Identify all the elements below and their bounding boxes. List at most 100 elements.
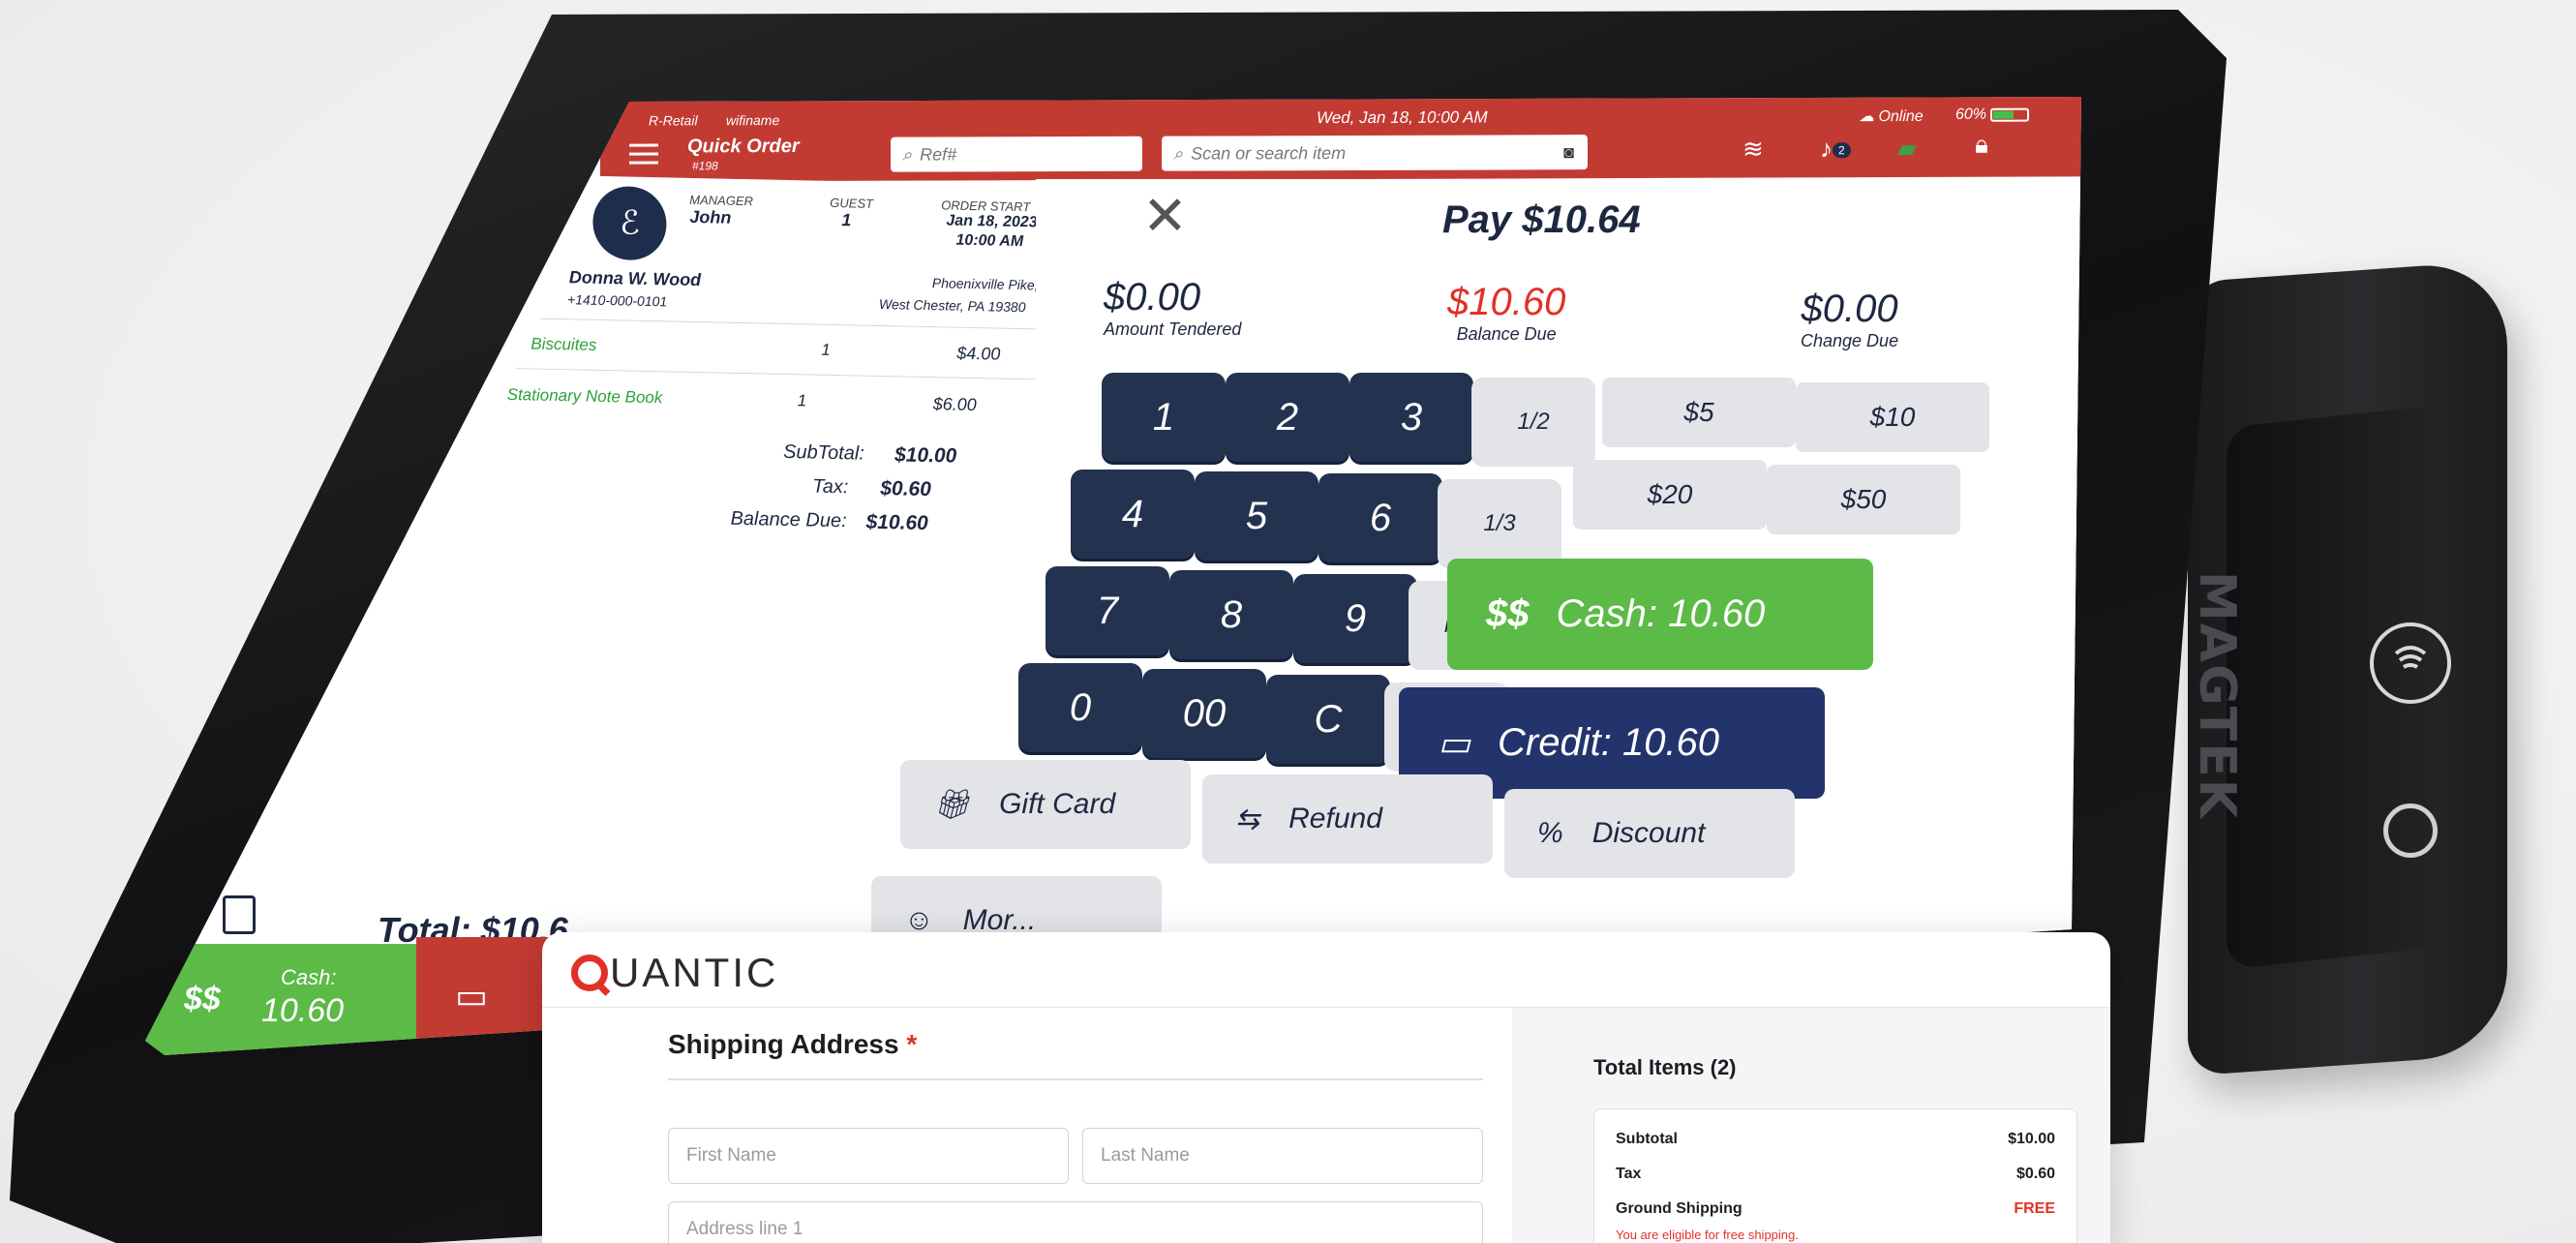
manager-label: MANAGER (689, 192, 754, 209)
keypad-key-3[interactable]: 3 (1349, 373, 1473, 462)
subtotal-label: SubTotal: (782, 440, 864, 465)
network-name: wifiname (726, 112, 780, 129)
first-name-field[interactable]: First Name (668, 1128, 1069, 1184)
summary-tax-row: Tax $0.60 (1616, 1166, 2055, 1183)
checkout-header: UANTIC (542, 932, 2110, 1008)
quick-amount-50[interactable]: $50 (1767, 465, 1960, 534)
layers-icon[interactable]: ≋ (1743, 135, 1764, 165)
divider (668, 1078, 1483, 1080)
address-line-2: West Chester, PA 19380 (878, 295, 1026, 316)
summary-subtotal-value: $10.00 (2008, 1131, 2055, 1147)
keypad-key-2[interactable]: 2 (1226, 373, 1349, 462)
notification-badge: 2 (1833, 142, 1851, 159)
line-item-name[interactable]: Stationary Note Book (507, 385, 663, 408)
quantic-logo: UANTIC (571, 950, 778, 996)
cash-icon: $$ (1486, 592, 1530, 635)
order-number: #198 (692, 159, 718, 173)
keypad-key-6[interactable]: 6 (1318, 473, 1442, 562)
discount-label: Discount (1591, 817, 1706, 849)
avatar: ℰ (592, 185, 667, 261)
ref-placeholder: Ref# (920, 143, 957, 165)
refund-icon: ⇆ (1235, 803, 1260, 835)
address-line-1: Phoenixville Pike, (931, 275, 1039, 293)
quick-amount-10[interactable]: $10 (1796, 382, 1989, 452)
cash-icon: $$ (184, 981, 221, 1017)
gift-card-label: Gift Card (999, 788, 1116, 820)
bell-icon[interactable]: ♪ 2 (1820, 134, 1851, 164)
amount-tendered-value: $0.00 (1104, 276, 1201, 318)
address-placeholder: Address line 1 (686, 1219, 803, 1239)
quick-amount-20[interactable]: $20 (1573, 460, 1767, 530)
cash-drawer-icon[interactable]: ▰ (1897, 134, 1917, 164)
keypad-key-4[interactable]: 4 (1071, 470, 1195, 559)
balance-due: $10.60 Balance Due (1447, 281, 1565, 345)
keypad-key-9[interactable]: 9 (1293, 574, 1417, 663)
tax-label: Tax: (812, 475, 849, 499)
change-due-label: Change Due (1801, 331, 1899, 350)
item-search-input[interactable]: ⌕ Scan or search item ◙ (1162, 135, 1588, 171)
divider (516, 368, 1054, 380)
keypad-key-00[interactable]: 00 (1142, 669, 1266, 758)
battery-status: 60% (1955, 106, 2030, 124)
page-title: Quick Order (687, 136, 800, 158)
subtotal-value: $10.00 (894, 443, 957, 468)
keypad-key-1[interactable]: 1 (1102, 373, 1226, 462)
discount-button[interactable]: % Discount (1504, 789, 1795, 878)
credit-card-icon: ▭ (1438, 722, 1471, 763)
last-name-field[interactable]: Last Name (1082, 1128, 1483, 1184)
guest-count: 1 (841, 210, 852, 230)
credit-card-icon: ▭ (455, 976, 489, 1016)
item-search-placeholder: Scan or search item (1191, 142, 1347, 164)
change-due: $0.00 Change Due (1801, 288, 1898, 351)
tax-value: $0.60 (880, 477, 931, 501)
online-status-text: Online (1878, 107, 1924, 126)
fraction-third-button[interactable]: 1/3 (1438, 479, 1561, 568)
keypad-key-7[interactable]: 7 (1046, 566, 1169, 655)
line-item-name[interactable]: Biscuites (530, 334, 596, 354)
keypad-key-clear[interactable]: C (1266, 675, 1390, 764)
keypad-key-8[interactable]: 8 (1169, 570, 1293, 659)
keypad-key-5[interactable]: 5 (1195, 471, 1318, 561)
manager-name: John (689, 206, 732, 227)
shipping-title-text: Shipping Address (668, 1029, 899, 1059)
close-icon[interactable]: ✕ (1142, 184, 1188, 248)
cash-quick-value: 10.60 (261, 992, 345, 1029)
gift-card-button[interactable]: 🎁︎ Gift Card (900, 760, 1191, 849)
fraction-half-button[interactable]: 1/2 (1471, 378, 1595, 467)
amount-tendered-label: Amount Tendered (1104, 319, 1242, 339)
guest-label: GUEST (830, 195, 874, 211)
quick-amount-5[interactable]: $5 (1602, 378, 1796, 447)
balance-due-amount: $10.60 (1447, 281, 1566, 323)
pay-title: Pay $10.64 (1442, 198, 1641, 241)
logo-text: UANTIC (610, 950, 779, 995)
store-name: R-Retail (649, 112, 698, 129)
search-icon: ⌕ (902, 144, 913, 165)
notes-icon[interactable] (223, 895, 256, 934)
summary-subtotal-row: Subtotal $10.00 (1616, 1131, 2055, 1148)
balance-due-value: $10.60 (865, 510, 928, 535)
last-name-placeholder: Last Name (1101, 1145, 1190, 1166)
line-item-qty: 1 (821, 340, 831, 359)
refund-button[interactable]: ⇆ Refund (1202, 774, 1493, 864)
pos-topbar: R-Retail wifiname Quick Order #198 ⌕ Ref… (600, 97, 2081, 182)
change-due-value: $0.00 (1801, 288, 1898, 330)
cash-quick-label: Cash: (281, 965, 337, 989)
keypad-key-0[interactable]: 0 (1018, 663, 1142, 752)
customer-name[interactable]: Donna W. Wood (569, 267, 701, 290)
address-line-1-field[interactable]: Address line 1 (668, 1201, 1483, 1243)
cash-pay-button[interactable]: $$ Cash: 10.60 (1447, 559, 1873, 670)
summary-subtotal-label: Subtotal (1616, 1131, 1678, 1147)
scene: MAGTEK R-Retail wifiname Quick Order #19… (0, 0, 2576, 1243)
lock-icon[interactable]: 🔒︎ (1975, 130, 1988, 161)
summary-shipping-row: Ground Shipping FREE (1616, 1200, 2055, 1218)
balance-due-caption: Balance Due (1456, 324, 1557, 344)
refund-label: Refund (1288, 803, 1382, 834)
credit-pay-label: Credit: 10.60 (1498, 721, 1720, 764)
divider (540, 318, 1064, 330)
first-name-placeholder: First Name (686, 1145, 776, 1166)
ref-input[interactable]: ⌕ Ref# (891, 136, 1142, 172)
menu-icon[interactable] (629, 138, 658, 170)
camera-icon[interactable]: ◙ (1563, 142, 1574, 163)
line-item-qty: 1 (797, 391, 807, 410)
battery-text: 60% (1955, 106, 1987, 123)
